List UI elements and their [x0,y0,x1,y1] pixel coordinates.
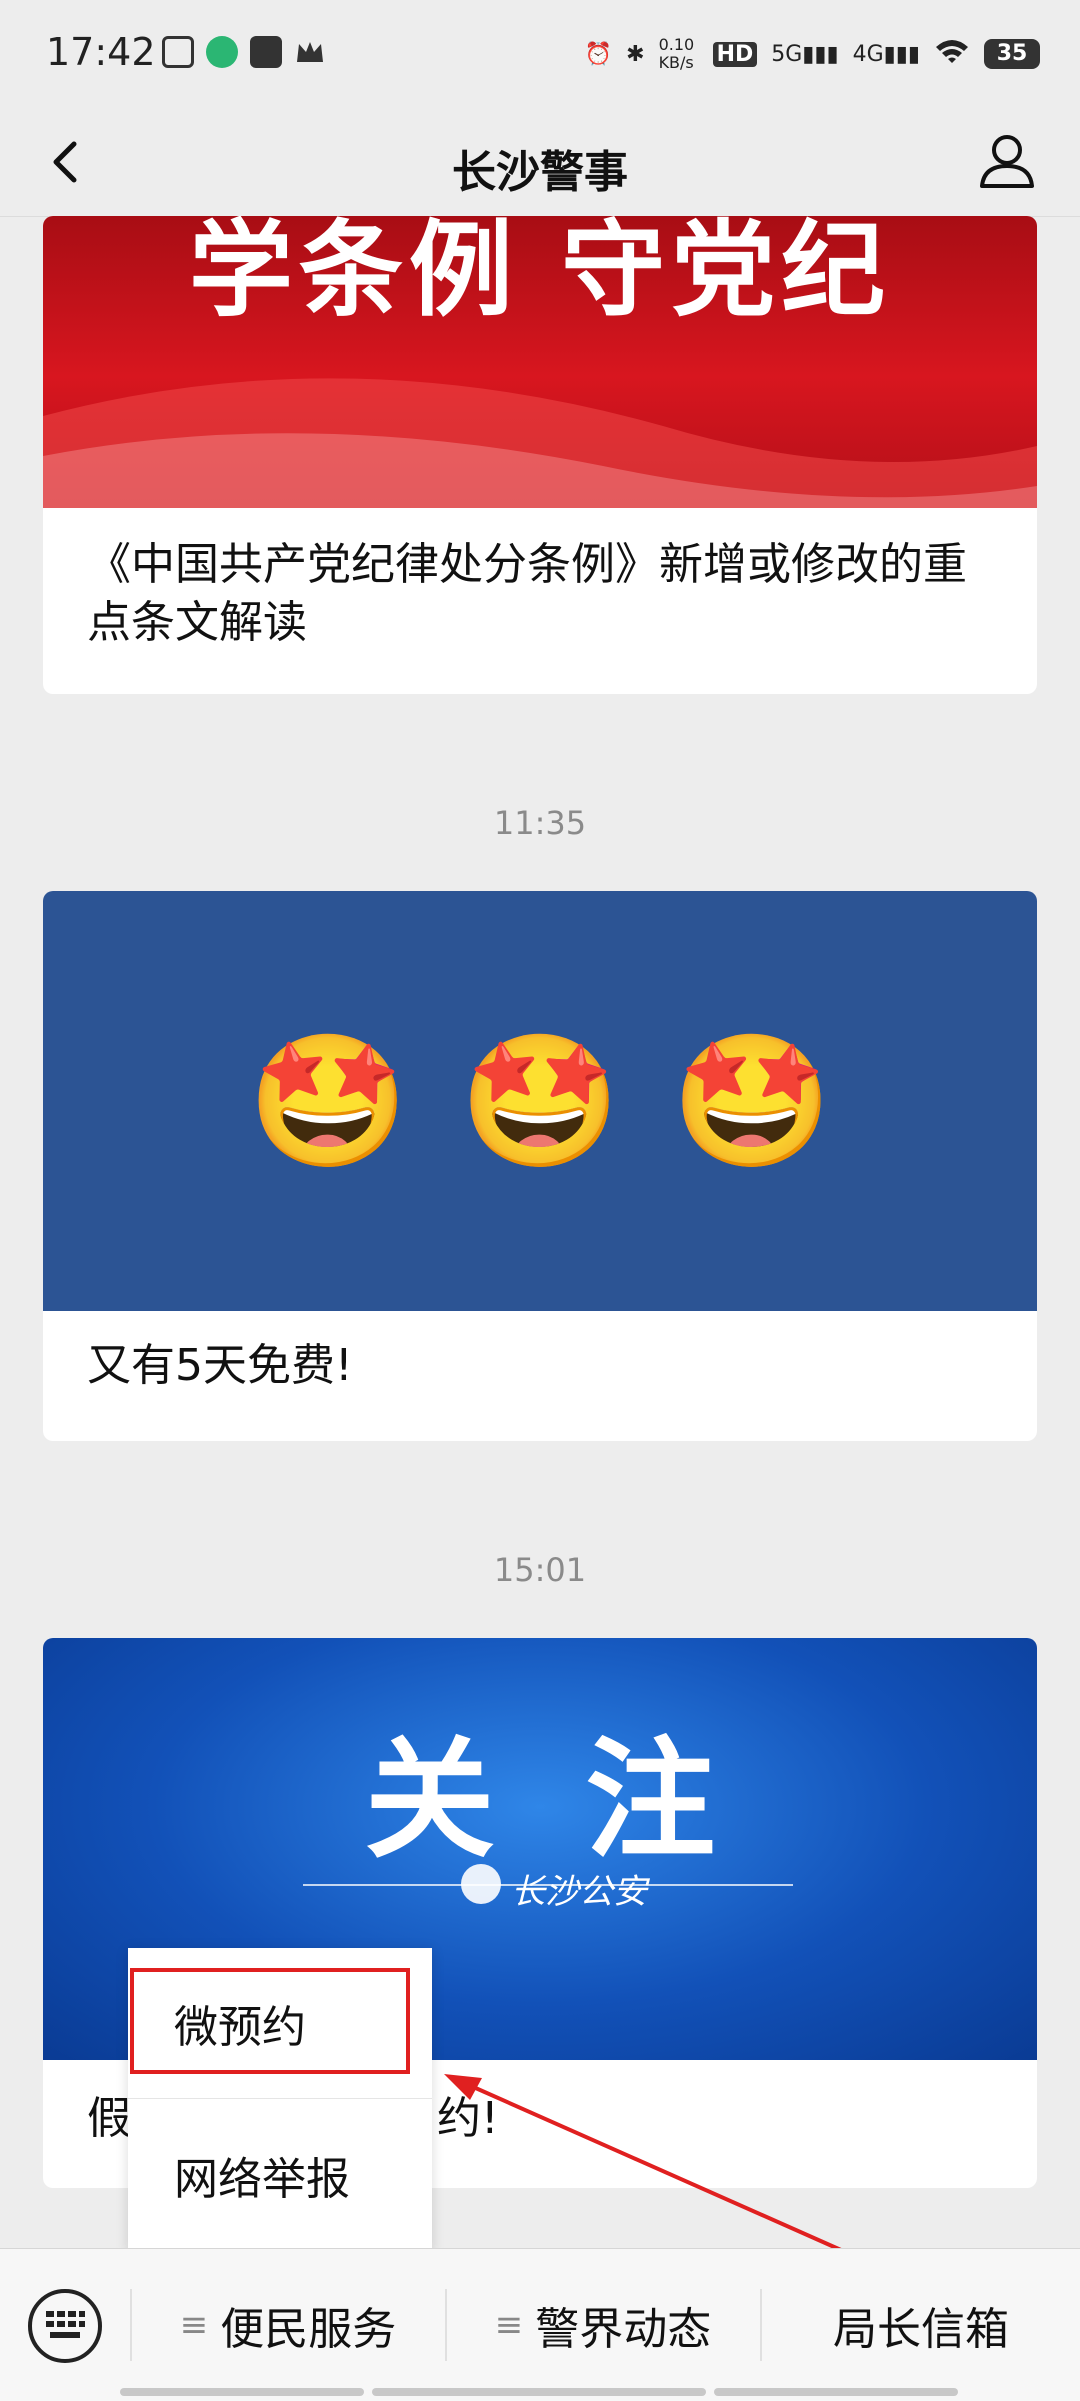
article-cover-image: 🤩 🤩 🤩 [43,891,1037,1311]
net-speed: 0.10 KB/s [658,35,695,72]
article-title-start: 假 [87,2093,131,2144]
crown-icon [294,36,326,68]
menu-list-icon: ≡ [179,2305,209,2345]
menu-item-online-report[interactable]: 网络举报 [128,2100,432,2250]
top-nav-bar: 长沙警事 [0,108,1080,217]
signal-4g-label: 4G [852,41,884,67]
keyboard-toggle-button[interactable] [28,2289,102,2363]
article-card[interactable]: 学条例 守党纪 《中国共产党纪律处分条例》新增或修改的重点条文解读 [43,216,1037,694]
logo-text: 长沙公安 [511,1872,647,1912]
app-notification-icon [162,36,194,68]
profile-button[interactable] [972,126,1042,196]
user-icon [980,135,1034,188]
menu-police-news[interactable]: ≡ 警界动态 [447,2249,759,2401]
article-card[interactable]: 🤩 🤩 🤩 又有5天免费! [43,891,1037,1441]
status-bar: 17:42 ⏰ ✱ 0.10 KB/s HD 5G▮▮▮ 4G▮▮▮ 35 [0,0,1080,108]
menu-list-icon: ≡ [494,2305,524,2345]
app-notification-icon [206,36,238,68]
status-icons: ⏰ ✱ 0.10 KB/s HD 5G▮▮▮ 4G▮▮▮ 35 [585,32,1040,76]
hd-badge: HD [712,41,758,67]
battery-indicator: 35 [984,39,1040,69]
gesture-handle [372,2388,706,2396]
signal-5g: 5G▮▮▮ [771,41,839,67]
menu-convenience-services[interactable]: ≡ 便民服务 [132,2249,444,2401]
star-struck-emoji: 🤩 [670,1025,833,1177]
message-timestamp: 15:01 [493,1551,587,1589]
menu-director-mailbox[interactable]: 局长信箱 [762,2249,1080,2401]
message-feed[interactable]: 学条例 守党纪 《中国共产党纪律处分条例》新增或修改的重点条文解读 11:35 … [0,216,1080,2248]
bluetooth-icon: ✱ [626,41,645,67]
menu-label: 便民服务 [220,2304,397,2355]
star-struck-emoji: 🤩 [247,1025,410,1177]
article-title-end: 约! [437,2093,499,2144]
cover-headline: 学条例 守党纪 [188,216,892,331]
signal-5g-label: 5G [771,41,803,67]
signal-4g: 4G▮▮▮ [852,41,920,67]
menu-label: 局长信箱 [833,2304,1009,2355]
wifi-icon [934,37,970,71]
cover-headline: 关 注 [364,1724,716,1876]
police-badge-logo [461,1864,501,1904]
bottom-menu-bar: ≡ 便民服务 ≡ 警界动态 局长信箱 [0,2248,1080,2401]
page-title: 长沙警事 [452,147,628,198]
star-struck-emoji: 🤩 [459,1025,621,1177]
highlight-box [130,1968,410,2074]
message-timestamp: 11:35 [493,804,587,842]
menu-label: 警界动态 [535,2304,712,2355]
article-title: 又有5天免费! [87,1340,353,1391]
article-title: 《中国共产党纪律处分条例》新增或修改的重点条文解读 [87,539,967,648]
submenu-divider [128,2098,432,2099]
article-cover-image: 学条例 守党纪 [43,216,1037,508]
status-time: 17:42 [46,30,156,74]
gesture-handle [120,2388,364,2396]
keyboard-icon [46,2311,85,2338]
mail-icon [250,36,282,68]
gesture-handle [714,2388,958,2396]
alarm-icon: ⏰ [584,41,613,67]
